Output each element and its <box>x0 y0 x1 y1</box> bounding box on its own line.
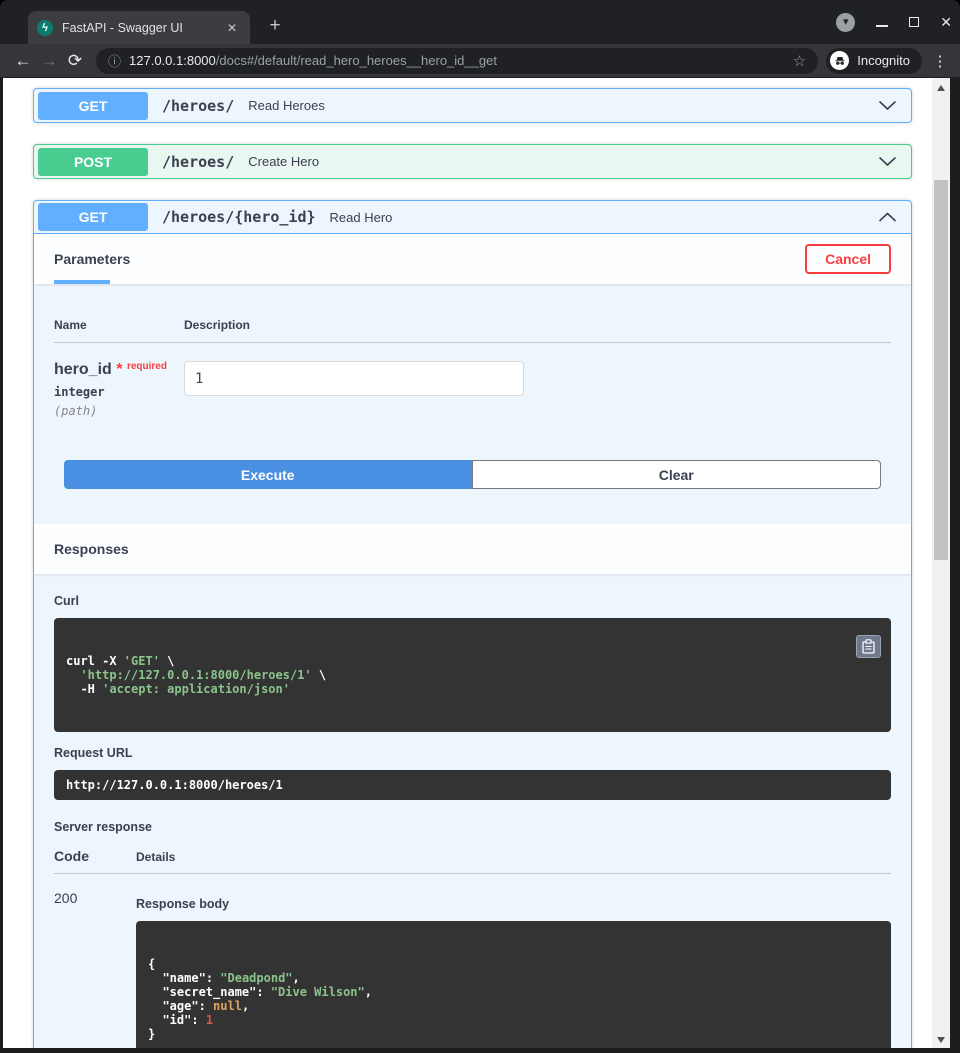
name-column-header: Name <box>54 318 87 332</box>
details-column-header: Details <box>136 850 176 864</box>
scrollbar-up-arrow-icon[interactable] <box>937 85 945 91</box>
chevron-down-icon[interactable] <box>878 100 897 111</box>
endpoint-post-heroes: POST /heroes/ Create Hero <box>33 144 912 179</box>
required-asterisk: * <box>116 361 123 378</box>
response-details: Response body { "name": "Deadpond", "sec… <box>136 890 891 1053</box>
url-path: /docs#/default/read_hero_heroes__hero_id… <box>215 53 497 68</box>
site-info-icon[interactable]: ⓘ <box>108 51 121 70</box>
back-icon[interactable]: ← <box>10 51 36 71</box>
method-badge-post: POST <box>38 147 148 176</box>
method-badge-get: GET <box>38 91 148 120</box>
bookmark-star-icon[interactable]: ☆ <box>793 52 806 70</box>
parameter-name: hero_id * required <box>54 361 167 378</box>
endpoint-description: Read Hero <box>329 209 393 225</box>
url-text[interactable]: 127.0.0.1:8000/docs#/default/read_hero_h… <box>129 53 785 68</box>
endpoint-summary-row[interactable]: GET /heroes/{hero_id} Read Hero <box>34 201 911 234</box>
hero-id-input[interactable] <box>184 361 524 396</box>
browser-menu-icon[interactable]: ⋮ <box>930 52 950 70</box>
parameter-type: integer <box>54 385 105 399</box>
page-scrollbar[interactable] <box>932 78 950 1053</box>
url-bar[interactable]: ⓘ 127.0.0.1:8000/docs#/default/read_hero… <box>96 47 819 74</box>
code-column-header: Code <box>54 848 89 864</box>
swagger-content: GET /heroes/ Read Heroes POST /heroes/ C… <box>3 78 932 1053</box>
swagger-page: GET /heroes/ Read Heroes POST /heroes/ C… <box>0 78 960 1053</box>
tab-close-icon[interactable]: ✕ <box>223 19 241 37</box>
endpoint-description: Create Hero <box>248 154 320 169</box>
scrollbar-thumb[interactable] <box>934 180 948 560</box>
new-tab-button[interactable]: + <box>262 14 288 40</box>
parameter-row: hero_id * required integer (path) <box>54 343 891 418</box>
tab-title: FastAPI - Swagger UI <box>62 20 183 35</box>
copy-curl-icon[interactable] <box>856 635 881 658</box>
method-badge-get: GET <box>38 203 148 231</box>
parameters-body: Name Description hero_id * required inte… <box>34 284 911 524</box>
tab-search-icon[interactable]: ▾ <box>836 12 856 32</box>
cancel-button[interactable]: Cancel <box>805 244 891 274</box>
fastapi-favicon-icon: ϟ <box>37 19 53 36</box>
parameters-section-header: Parameters Cancel <box>34 234 911 284</box>
window-bottom-edge <box>3 1048 960 1053</box>
endpoint-summary-row[interactable]: GET /heroes/ Read Heroes <box>34 89 911 122</box>
url-host: 127.0.0.1:8000 <box>129 53 216 68</box>
response-body-label: Response body <box>136 897 230 911</box>
chevron-down-icon[interactable] <box>878 156 897 167</box>
responses-section-header: Responses <box>34 524 911 574</box>
execute-button[interactable]: Execute <box>64 460 472 489</box>
minimize-button[interactable] <box>876 25 889 27</box>
parameter-meta: hero_id * required integer (path) <box>54 361 184 418</box>
browser-tab[interactable]: ϟ FastAPI - Swagger UI ✕ <box>28 11 250 44</box>
incognito-label: Incognito <box>857 53 910 68</box>
browser-titlebar: ϟ FastAPI - Swagger UI ✕ + ▾ ✕ <box>0 0 960 44</box>
endpoint-get-heroes: GET /heroes/ Read Heroes <box>33 88 912 123</box>
incognito-badge: Incognito <box>826 47 922 74</box>
incognito-icon <box>830 51 850 70</box>
server-response-label: Server response <box>54 820 152 834</box>
execute-wrapper: Execute Clear <box>64 460 881 510</box>
tab-parameters[interactable]: Parameters <box>54 251 130 267</box>
window-right-edge <box>950 78 960 1053</box>
forward-icon[interactable]: → <box>36 51 62 71</box>
endpoint-path: /heroes/ <box>162 152 235 171</box>
endpoint-path: /heroes/{hero_id} <box>162 208 316 226</box>
maximize-button[interactable] <box>909 17 920 27</box>
request-url-block: http://127.0.0.1:8000/heroes/1 <box>54 770 891 800</box>
response-body-block: { "name": "Deadpond", "secret_name": "Di… <box>136 921 891 1053</box>
endpoint-path: /heroes/ <box>162 96 235 115</box>
chevron-up-icon[interactable] <box>878 211 897 223</box>
close-window-button[interactable]: ✕ <box>940 14 952 31</box>
parameters-table-header: Name Description <box>54 304 891 343</box>
browser-window: ϟ FastAPI - Swagger UI ✕ + ▾ ✕ ← → ⟳ ⓘ 1… <box>0 0 960 1053</box>
curl-label: Curl <box>54 594 79 608</box>
browser-toolbar: ← → ⟳ ⓘ 127.0.0.1:8000/docs#/default/rea… <box>0 44 960 78</box>
window-controls: ▾ ✕ <box>836 0 952 44</box>
active-tab-underline <box>54 280 110 284</box>
curl-command-block[interactable]: curl -X 'GET' \ 'http://127.0.0.1:8000/h… <box>54 618 891 732</box>
status-code: 200 <box>54 890 78 906</box>
clear-button[interactable]: Clear <box>471 460 881 489</box>
parameter-location: (path) <box>54 404 98 418</box>
responses-body: Curl curl -X 'GET' \ 'http://127.0.0.1:8… <box>34 574 911 1053</box>
reload-icon[interactable]: ⟳ <box>62 51 88 71</box>
endpoint-get-hero-by-id: GET /heroes/{hero_id} Read Hero Paramete… <box>33 200 912 1053</box>
response-row: 200 Response body { "name": "Deadpond", … <box>54 874 891 1053</box>
parameter-value-cell <box>184 361 524 418</box>
endpoint-summary-row[interactable]: POST /heroes/ Create Hero <box>34 145 911 178</box>
responses-title: Responses <box>54 541 129 557</box>
request-url-label: Request URL <box>54 746 133 760</box>
response-table-header: Code Details <box>54 848 891 874</box>
description-column-header: Description <box>184 318 251 332</box>
endpoint-description: Read Heroes <box>248 98 325 113</box>
scrollbar-down-arrow-icon[interactable] <box>937 1037 945 1043</box>
required-label: required <box>126 361 167 372</box>
